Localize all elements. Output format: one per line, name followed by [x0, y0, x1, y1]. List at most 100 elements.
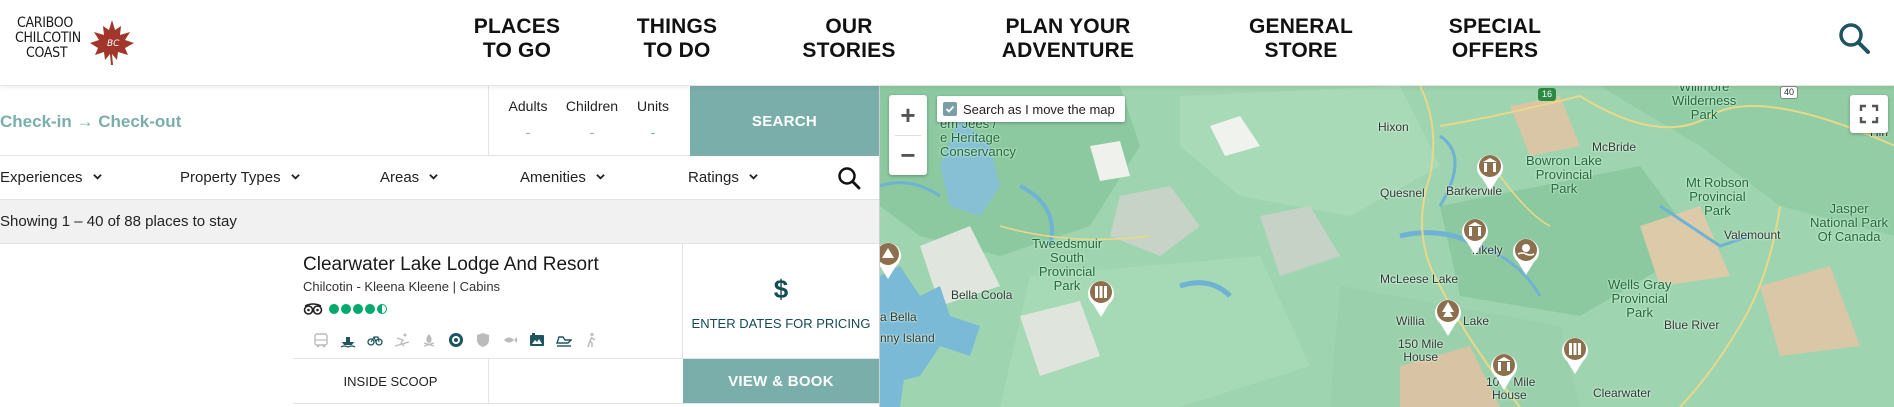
map-label-bowron: Bowron Lake Provincial Park [1526, 154, 1602, 196]
map-label-jasper-1: Jasper [1829, 201, 1869, 216]
filter-areas[interactable]: Areas [380, 169, 439, 186]
nav-our-stories[interactable]: OUR STORIES [784, 15, 914, 63]
adults-value: - [525, 124, 531, 140]
price-box: $ ENTER DATES FOR PRICING [683, 244, 879, 358]
map-label-williams-lake: Lake [1463, 314, 1490, 328]
map-pin-attraction[interactable] [1459, 214, 1491, 256]
listing-card: Clearwater Lake Lodge And Resort Chilcot… [0, 244, 879, 407]
filter-ratings[interactable]: Ratings [688, 169, 758, 186]
results-panel: Check-in → Check-out Adults - Children -… [0, 86, 879, 407]
zoom-out-button[interactable]: − [889, 135, 927, 175]
bus-icon [314, 333, 328, 348]
map-label-wellsgray-3: Park [1626, 305, 1654, 320]
children-selector[interactable]: Children - [557, 98, 627, 140]
site-header: CARIBOO CHILCOTIN COAST BC PLACES TO GO … [0, 0, 1894, 86]
map-label-willmore-2: Wilderness [1672, 93, 1737, 108]
nav-things-to-do[interactable]: THINGS TO DO [612, 15, 742, 63]
map-label-mcleese-lake: McLeese Lake [1380, 272, 1459, 286]
highway-16-shield: 16 [1538, 88, 1557, 101]
target-icon [449, 333, 463, 347]
map-label-tweeds-1: Tweedsmuir [1032, 236, 1103, 251]
adults-selector[interactable]: Adults - [493, 98, 563, 140]
rating-bubble [353, 304, 363, 314]
map-label-willmore: Willmore Wilderness Park [1672, 86, 1736, 122]
map-pin-lake-resort[interactable] [1510, 234, 1542, 276]
map-pin-tree[interactable] [1432, 295, 1464, 337]
filter-property-types-label: Property Types [180, 169, 281, 186]
map-label-tweeds-4: Park [1053, 278, 1081, 293]
search-button[interactable]: SEARCH [690, 86, 879, 156]
filter-ratings-label: Ratings [688, 169, 739, 186]
price-symbol: $ [773, 274, 789, 304]
map-pin-lodging[interactable] [1559, 333, 1591, 375]
chevron-down-icon [429, 174, 439, 180]
map-label-tweeds-2: South [1050, 250, 1085, 265]
price-note: ENTER DATES FOR PRICING [691, 316, 871, 331]
rating-bubble [329, 304, 339, 314]
tripadvisor-owl-icon [303, 303, 323, 315]
map-label-bowron-2: Provincial [1535, 167, 1593, 182]
map[interactable]: Hixon McBride Willmore Wilderness Park H… [879, 86, 1894, 407]
booking-bar: Check-in → Check-out Adults - Children -… [0, 86, 879, 156]
chevron-down-icon [291, 174, 300, 180]
inside-scoop-button[interactable]: INSIDE SCOOP [293, 359, 489, 403]
nav-things-to-do-line2: TO DO [643, 39, 711, 62]
nav-special-offers-line1: SPECIAL [1448, 15, 1542, 38]
results-count: Showing 1 – 40 of 88 places to stay [0, 200, 879, 244]
filter-property-types[interactable]: Property Types [180, 169, 300, 186]
map-label-denny-island: nny Island [880, 331, 935, 345]
snowmobile-icon [556, 336, 572, 347]
children-label: Children [565, 98, 619, 114]
nav-general-store-line2: STORE [1264, 39, 1338, 62]
listing-image[interactable] [0, 244, 293, 407]
view-book-button[interactable]: VIEW & BOOK [683, 359, 879, 403]
nav-places-to-go-line1: PLACES [473, 15, 561, 38]
nav-plan-your-adventure[interactable]: PLAN YOUR ADVENTURE [978, 15, 1158, 63]
campfire-icon [423, 334, 435, 347]
nav-places-to-go-line2: TO GO [482, 39, 552, 62]
map-pin-attraction[interactable] [1474, 150, 1506, 192]
map-label-wells-gray: Wells Gray Provincial Park [1608, 278, 1671, 320]
search-as-move-label: Search as I move the map [963, 101, 1115, 117]
checkbox-checked-icon [943, 102, 957, 116]
nav-general-store[interactable]: GENERAL STORE [1236, 15, 1366, 63]
search-icon[interactable] [1836, 20, 1872, 56]
map-pin-lodging[interactable] [879, 238, 904, 280]
adults-label: Adults [508, 98, 548, 114]
map-label-hixon: Hixon [1378, 120, 1409, 134]
map-pin-lodging[interactable] [1085, 276, 1117, 318]
children-value: - [589, 124, 595, 140]
search-icon[interactable] [836, 165, 862, 191]
map-label-bowron-1: Bowron Lake [1526, 153, 1602, 168]
nav-general-store-line1: GENERAL [1248, 15, 1354, 38]
filter-amenities-label: Amenities [520, 169, 586, 186]
zoom-in-button[interactable]: + [889, 95, 927, 135]
listing-title[interactable]: Clearwater Lake Lodge And Resort [303, 254, 599, 276]
filter-experiences[interactable]: Experiences [0, 169, 102, 186]
shield-icon [477, 333, 489, 347]
map-label-robson-1: Mt Robson [1686, 175, 1749, 190]
fish-icon [504, 337, 517, 343]
map-label-heritage-3: e Heritage [940, 130, 1000, 145]
map-label-150-b: House [1403, 350, 1439, 364]
highway-40-shield: 40 [1780, 86, 1799, 99]
photo-icon [530, 333, 544, 346]
boat-icon [340, 337, 356, 348]
map-pin-campsite[interactable] [1488, 349, 1520, 391]
filter-amenities[interactable]: Amenities [520, 169, 605, 186]
map-label-wellsgray-1: Wells Gray [1608, 277, 1672, 292]
fullscreen-button[interactable] [1850, 95, 1888, 133]
date-range-picker[interactable]: Check-in → Check-out [0, 112, 181, 132]
site-logo[interactable]: CARIBOO CHILCOTIN COAST BC [14, 14, 134, 70]
zoom-control: + − [889, 95, 927, 175]
rating-bubble [341, 304, 351, 314]
nav-special-offers[interactable]: SPECIAL OFFERS [1430, 15, 1560, 63]
chevron-down-icon [596, 174, 605, 180]
logo-line-1: CARIBOO [17, 15, 73, 31]
logo-badge: BC [107, 39, 120, 49]
map-label-wellsgray-2: Provincial [1611, 291, 1668, 306]
units-selector[interactable]: Units - [618, 98, 688, 140]
tripadvisor-rating [303, 302, 387, 316]
nav-places-to-go[interactable]: PLACES TO GO [452, 15, 582, 63]
search-as-move-toggle[interactable]: Search as I move the map [937, 96, 1125, 122]
